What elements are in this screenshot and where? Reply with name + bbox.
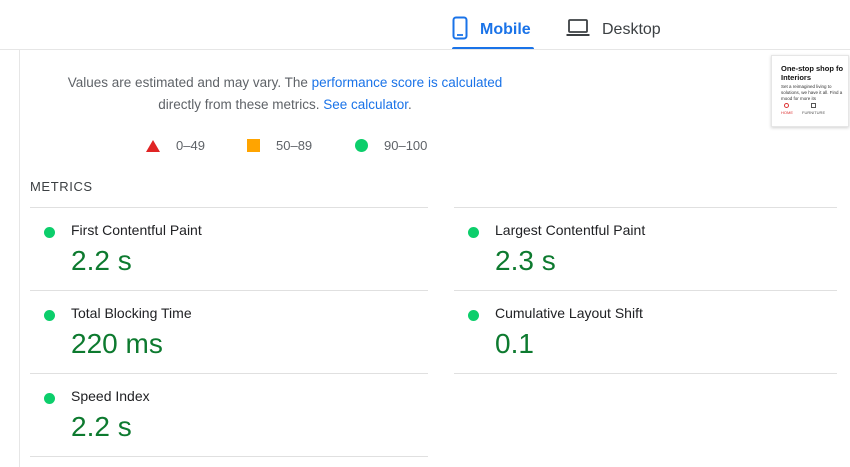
circle-icon [355,139,368,152]
divider [30,290,428,291]
legend-pass-range: 90–100 [384,138,428,153]
legend-average: 50–89 [247,138,312,153]
divider [30,373,428,374]
metric-value: 0.1 [495,328,534,359]
laptop-icon [566,18,590,43]
divider [454,207,837,208]
tab-desktop-label: Desktop [602,21,661,38]
divider [454,373,837,374]
intro-text-1: Values are estimated and may vary. The [67,75,312,90]
metric-value: 2.2 s [71,245,132,276]
thumbnail-heading: One-stop shop fo Interiors [781,64,844,82]
tab-mobile[interactable]: Mobile [452,10,536,50]
furniture-icon [811,103,816,108]
metric-title: Largest Contentful Paint [495,222,646,238]
smartphone-icon [452,16,468,45]
metric-total-blocking-time: Total Blocking Time 220 ms [30,290,428,373]
metric-largest-contentful-paint: Largest Contentful Paint 2.3 s [454,207,837,290]
legend-fail-range: 0–49 [176,138,205,153]
metrics-header: METRICS [30,179,93,194]
triangle-icon [146,139,160,152]
divider [454,290,837,291]
metric-value: 2.2 s [71,411,132,442]
thumbnail-nav-furniture: FURNITURE [802,110,826,115]
pass-circle-icon [44,393,55,404]
metric-title: Speed Index [71,388,150,404]
tab-desktop[interactable]: Desktop [566,10,676,50]
pagespeed-report: Mobile Desktop Values are estimated and … [0,0,850,467]
square-icon [247,139,260,152]
card-border-left [19,49,20,467]
metric-speed-index: Speed Index 2.2 s [30,373,428,456]
divider [30,456,428,457]
metric-title: First Contentful Paint [71,222,202,238]
device-tabs: Mobile Desktop [0,0,850,50]
metric-title: Cumulative Layout Shift [495,305,643,321]
metric-value: 2.3 s [495,245,556,276]
thumbnail-subtext: Set a reimagined living to solutions, we… [781,84,843,101]
metrics-intro: Values are estimated and may vary. The p… [40,72,530,116]
card-border-top [0,49,850,50]
metric-first-contentful-paint: First Contentful Paint 2.2 s [30,207,428,290]
pass-circle-icon [44,227,55,238]
intro-text-2: directly from these metrics. [158,97,324,112]
pass-circle-icon [44,310,55,321]
metric-cumulative-layout-shift: Cumulative Layout Shift 0.1 [454,290,837,373]
legend-pass: 90–100 [355,138,427,153]
pass-circle-icon [468,310,479,321]
tab-mobile-label: Mobile [480,21,531,38]
see-calculator-link[interactable]: See calculator [323,97,408,112]
page-screenshot-thumbnail[interactable]: One-stop shop fo Interiors Set a reimagi… [771,55,849,127]
intro-text-3: . [408,97,412,112]
legend-fail: 0–49 [146,138,205,153]
metric-title: Total Blocking Time [71,305,192,321]
divider [30,207,428,208]
thumbnail-nav-home: HOME [781,110,793,115]
performance-score-link[interactable]: performance score is calculated [312,75,503,90]
home-icon [784,103,789,108]
pass-circle-icon [468,227,479,238]
legend-average-range: 50–89 [276,138,313,153]
metric-value: 220 ms [71,328,163,359]
